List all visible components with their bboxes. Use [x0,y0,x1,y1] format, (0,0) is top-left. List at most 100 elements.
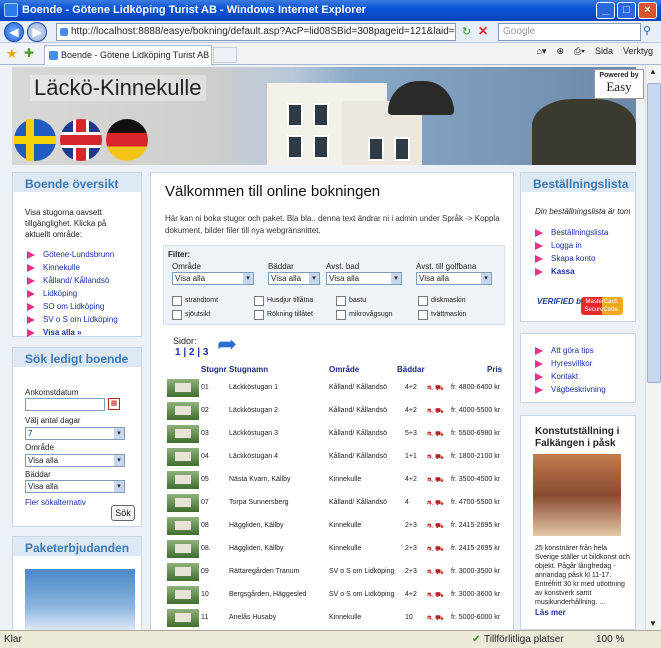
checkbox-dishwasher[interactable]: diskmaskin [418,296,466,306]
table-row[interactable]: 01 Läckköstugan 1 Kålland/ Kållandsö 4+2 fr.… [165,377,505,399]
contact-link[interactable]: Kontakt [535,370,635,383]
add-favorites-icon[interactable]: ✚ [24,46,34,60]
german-flag-icon[interactable] [106,119,148,161]
new-tab-button[interactable] [213,47,237,63]
print-icon[interactable]: ⎙▾ [574,46,585,57]
table-row[interactable]: 11 Anelås Husaby Kinnekulle 10 fr. 5000-6000… [165,607,505,629]
cottage-thumbnail[interactable] [167,517,199,535]
checkbox-seaview[interactable]: sjöutsikt [172,310,210,320]
area-link[interactable]: SV o S om Lidköping [27,313,141,326]
cottage-thumbnail[interactable] [167,494,199,512]
cottage-thumbnail[interactable] [167,425,199,443]
filter-area-select[interactable]: Visa alla [172,272,254,285]
beds-select[interactable]: Visa alla [25,480,125,493]
pagination[interactable]: 1 | 2 | 3 [175,347,208,358]
cell-name[interactable]: Häggliden, Källby [229,522,283,529]
order-list-link[interactable]: Beställningslista [535,226,635,239]
area-select[interactable]: Visa alla [25,454,125,467]
arrival-date-input[interactable] [25,398,105,411]
checkbox-smoking[interactable]: Rökning tillåtet [254,310,313,320]
read-more-link[interactable]: Läs mer [535,608,566,617]
checkbox-microwave[interactable]: mikrovågsugn [336,310,393,320]
checkbox-pets[interactable]: Husdjur tillåtna [254,296,313,306]
cottage-thumbnail[interactable] [167,609,199,627]
next-page-arrow-icon[interactable]: ➦ [217,333,247,357]
directions-link[interactable]: Vägbeskrivning [535,383,635,396]
table-row[interactable]: 03 Läckköstugan 3 Kålland/ Kållandsö 5+3 fr.… [165,423,505,445]
tab-active[interactable]: Boende - Götene Lidköping Turist AB [44,45,212,65]
checkbox-sauna[interactable]: bastu [336,296,366,306]
feeds-icon[interactable]: ⊕ [556,46,564,57]
close-button[interactable]: × [638,2,657,19]
cell-name[interactable]: Torpa Sunnersberg [229,499,289,506]
scroll-thumb[interactable] [647,83,661,383]
cottage-thumbnail[interactable] [167,471,199,489]
navigation-bar: ◀ ▶ http://localhost:8888/easye/bokning/… [0,21,661,43]
login-link[interactable]: Logga in [535,239,635,252]
address-bar[interactable]: http://localhost:8888/easye/bokning/defa… [56,23,456,41]
cottage-thumbnail[interactable] [167,586,199,604]
maximize-button[interactable]: □ [617,2,636,19]
table-row[interactable]: 05 Nästa Kvarn, Källby Kinnekulle 4+2 fr. 35… [165,469,505,491]
terms-link[interactable]: Hyresvillkor [535,357,635,370]
back-button[interactable]: ◀ [4,22,24,42]
cell-name[interactable]: Läckköstugan 3 [229,430,278,437]
package-image[interactable] [25,569,135,630]
table-row[interactable]: 04 Läckköstugan 4 Kålland/ Kållandsö 1+1 fr.… [165,446,505,468]
area-link[interactable]: SO om Lidköping [27,300,141,313]
cell-name[interactable]: Häggliden, Källby [229,545,283,552]
area-link[interactable]: Kinnekulle [27,261,141,274]
create-account-link[interactable]: Skapa konto [535,252,635,265]
calendar-icon[interactable]: ▦ [108,398,120,410]
table-row[interactable]: 09 Rättaregården Tranum SV o S om Lidköpin… [165,561,505,583]
cottage-thumbnail[interactable] [167,563,199,581]
tips-link[interactable]: Att göra tips [535,344,635,357]
powered-by-logo[interactable]: Powered by Easy [594,69,644,99]
refresh-icon[interactable]: ↻ [462,25,471,38]
area-link[interactable]: Lidköping [27,287,141,300]
filter-bath-select[interactable]: Visa alla [326,272,402,285]
search-button[interactable]: Sök [111,505,135,521]
search-icon[interactable]: ⚲ [643,24,651,37]
checkbox-washer[interactable]: tvättmaskin [418,310,466,320]
cottage-thumbnail[interactable] [167,540,199,558]
cell-name[interactable]: Nästa Kvarn, Källby [229,476,290,483]
cottage-thumbnail[interactable] [167,379,199,397]
cell-name[interactable]: Läckköstugan 4 [229,453,278,460]
cell-name[interactable]: Läckköstugan 1 [229,384,278,391]
favorites-star-icon[interactable]: ★ [6,46,18,62]
vertical-scrollbar[interactable]: ▲ ▼ [645,65,661,630]
cottage-thumbnail[interactable] [167,402,199,420]
search-input[interactable]: Google [498,23,641,41]
minimize-button[interactable]: _ [596,2,615,19]
table-row[interactable]: 10 Bergsgården, Häggesled SV o S om Lidköp… [165,584,505,606]
table-row[interactable]: 08. Häggliden, Källby Kinnekulle 2+3 fr. 241… [165,538,505,560]
checkbox-strandtomt[interactable]: strandtomt [172,296,218,306]
scroll-up-icon[interactable]: ▲ [649,67,657,76]
cottage-thumbnail[interactable] [167,448,199,466]
cell-name[interactable]: Läckköstugan 2 [229,407,278,414]
filter-golf-select[interactable]: Visa alla [416,272,492,285]
cell-name[interactable]: Bergsgården, Häggesled [229,591,306,598]
english-flag-icon[interactable] [60,119,102,161]
zoom-level[interactable]: 100 % [596,631,624,648]
show-all-link[interactable]: Visa alla » [27,326,141,339]
scroll-down-icon[interactable]: ▼ [649,619,657,628]
home-icon[interactable]: ⌂▾ [536,46,546,57]
cell-name[interactable]: Anelås Husaby [229,614,276,621]
table-row[interactable]: 02 Läckköstugan 2 Kålland/ Kållandsö 4+2 fr.… [165,400,505,422]
stop-icon[interactable]: ✕ [478,24,488,38]
filter-beds-select[interactable]: Visa alla [268,272,320,285]
table-row[interactable]: 07 Torpa Sunnersberg Kålland/ Kållandsö 4 fr… [165,492,505,514]
area-link[interactable]: Kålland/ Kållandsö [27,274,141,287]
swedish-flag-icon[interactable] [14,119,56,161]
area-link[interactable]: Götene-Lundsbrunn [27,248,141,261]
days-select[interactable]: 7 [25,427,125,440]
forward-button[interactable]: ▶ [27,22,47,42]
tools-menu[interactable]: Verktyg [623,46,653,57]
page-menu[interactable]: Sida [595,46,613,57]
cell-name[interactable]: Rättaregården Tranum [229,568,299,575]
table-row[interactable]: 08 Häggliden, Källby Kinnekulle 2+3 fr. 2415… [165,515,505,537]
more-options-link[interactable]: Fler sökalternativ [25,498,86,507]
checkout-link[interactable]: Kassa [535,265,635,278]
